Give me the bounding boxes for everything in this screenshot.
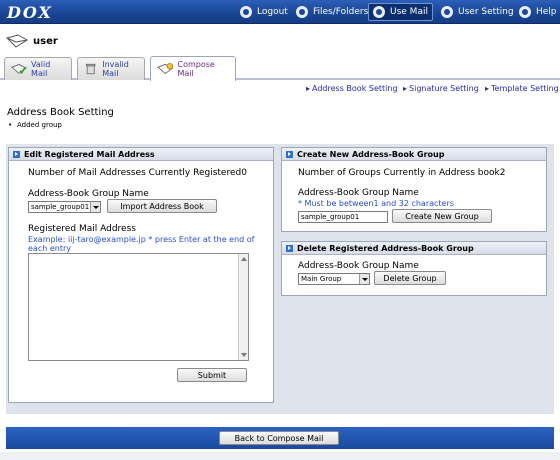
delete-group-panel: Delete Registered Address-Book Group Add…	[281, 241, 547, 296]
link-signature-setting[interactable]: ▸ Signature Setting	[403, 84, 479, 93]
dox-logo: DOX	[7, 3, 53, 22]
new-group-name-label: Address-Book Group Name	[298, 188, 419, 198]
delete-group-name-label: Address-Book Group Name	[298, 261, 419, 271]
mail-icon	[373, 6, 385, 18]
registered-address-label: Registered Mail Address	[28, 224, 136, 234]
constraint-note: * Must be between1 and 32 characters	[298, 199, 454, 208]
main-content: Edit Registered Mail Address Number of M…	[6, 144, 554, 414]
create-panel-title: Create New Address-Book Group	[297, 149, 445, 159]
mail-tabs: Valid Mail Invalid Mail Compose Mail	[0, 56, 560, 81]
envelope-icon	[6, 34, 28, 48]
tab-compose-mail-label: Compose Mail	[177, 60, 215, 78]
nav-help[interactable]: Help	[515, 3, 560, 21]
link-address-book-setting-label: Address Book Setting	[312, 84, 398, 93]
link-template-setting[interactable]: ▸ Template Setting	[485, 84, 559, 93]
registered-address-textarea[interactable]	[28, 253, 249, 361]
nav-files-folders[interactable]: Files/Folders	[292, 3, 372, 21]
create-panel-header: Create New Address-Book Group	[282, 148, 546, 161]
nav-files-folders-label: Files/Folders	[313, 7, 369, 17]
delete-group-button[interactable]: Delete Group	[374, 271, 446, 285]
tab-valid-mail[interactable]: Valid Mail	[4, 57, 72, 80]
footer-bar: Back to Compose Mail	[6, 427, 554, 449]
link-template-setting-label: Template Setting	[491, 84, 559, 93]
top-navigation-bar: DOX Logout Files/Folders Use Mail User S…	[0, 0, 560, 24]
tab-compose-mail[interactable]: Compose Mail	[150, 56, 236, 81]
create-group-panel: Create New Address-Book Group Number of …	[281, 147, 547, 232]
status-message: Added group	[8, 121, 62, 129]
logout-icon	[240, 6, 252, 18]
nav-user-setting-label: User Setting	[458, 7, 514, 17]
nav-use-mail[interactable]: Use Mail	[368, 3, 433, 21]
scroll-up-icon	[241, 257, 247, 261]
panel-arrow-icon	[13, 150, 20, 158]
nav-use-mail-label: Use Mail	[390, 7, 428, 17]
new-group-name-input[interactable]: sample_group01	[298, 211, 388, 223]
nav-logout-label: Logout	[257, 7, 288, 17]
delete-panel-title: Delete Registered Address-Book Group	[297, 243, 474, 253]
mail-count-text: Number of Mail Addresses Currently Regis…	[28, 168, 242, 178]
link-signature-setting-label: Signature Setting	[409, 84, 479, 93]
delete-group-select[interactable]: Main Group	[298, 273, 370, 285]
group-count-value: 2	[499, 168, 506, 178]
valid-mail-icon	[11, 64, 27, 75]
tab-invalid-mail-label: Invalid Mail	[102, 60, 129, 78]
edit-panel-title: Edit Registered Mail Address	[24, 149, 155, 159]
group-select[interactable]: sample_group01	[28, 201, 101, 213]
folders-icon	[296, 6, 308, 18]
group-name-label: Address-Book Group Name	[28, 189, 149, 199]
import-address-book-button[interactable]: Import Address Book	[107, 199, 217, 213]
page-title: Address Book Setting	[7, 107, 114, 118]
nav-user-setting[interactable]: User Setting	[437, 3, 518, 21]
create-new-group-button[interactable]: Create New Group	[392, 209, 492, 223]
chevron-down-icon	[359, 274, 369, 284]
user-name: user	[33, 36, 58, 47]
trash-icon	[85, 63, 96, 75]
nav-help-label: Help	[536, 7, 557, 17]
panel-arrow-icon	[286, 150, 293, 158]
delete-panel-header: Delete Registered Address-Book Group	[282, 242, 546, 255]
group-count-text: Number of Groups Currently in Address bo…	[298, 168, 500, 178]
chevron-down-icon	[90, 202, 100, 212]
submit-button[interactable]: Submit	[177, 368, 247, 382]
back-to-compose-button[interactable]: Back to Compose Mail	[219, 431, 339, 445]
edit-registered-mail-panel: Edit Registered Mail Address Number of M…	[8, 147, 274, 403]
user-setting-icon	[441, 6, 453, 18]
textarea-scrollbar[interactable]	[238, 254, 248, 360]
group-count-label: Number of Groups Currently in Address bo…	[298, 168, 505, 178]
tab-valid-mail-label: Valid Mail	[31, 60, 51, 78]
delete-group-select-value: Main Group	[301, 275, 342, 283]
compose-mail-icon	[157, 63, 174, 75]
mail-count-label: Number of Mail Addresses Currently Regis…	[28, 168, 247, 178]
panel-arrow-icon	[286, 244, 293, 252]
bottom-strip	[0, 452, 560, 460]
edit-panel-header: Edit Registered Mail Address	[9, 148, 273, 161]
tab-invalid-mail[interactable]: Invalid Mail	[77, 57, 145, 80]
scroll-down-icon	[241, 353, 247, 357]
link-address-book-setting[interactable]: ▸ Address Book Setting	[306, 84, 398, 93]
group-select-value: sample_group01	[31, 203, 90, 211]
user-header: user	[0, 25, 560, 57]
help-icon	[519, 6, 531, 18]
mail-count-value: 0	[241, 168, 247, 178]
nav-logout[interactable]: Logout	[236, 3, 292, 21]
example-note: Example: iij-taro@example.jp * press Ent…	[28, 235, 255, 253]
